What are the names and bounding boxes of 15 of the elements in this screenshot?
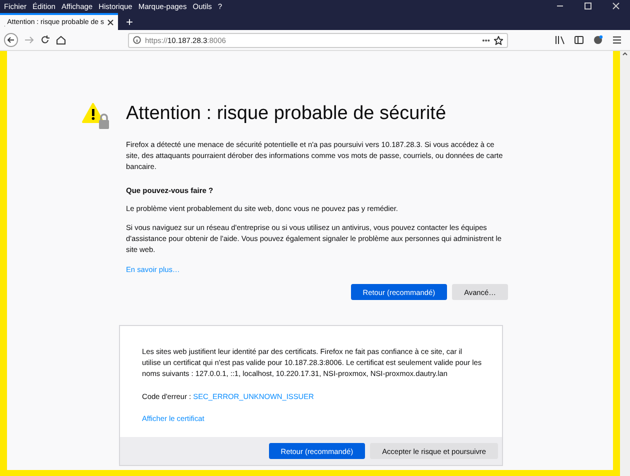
home-icon[interactable] <box>56 35 66 45</box>
page-title: Attention : risque probable de sécurité <box>126 103 448 125</box>
menu-icon[interactable] <box>612 35 622 45</box>
reload-icon[interactable] <box>40 35 50 45</box>
info-icon <box>133 36 141 44</box>
sidebar-icon[interactable] <box>574 35 584 45</box>
warning-lock-icon <box>82 103 112 131</box>
scroll-up-icon[interactable] <box>622 51 628 57</box>
account-icon[interactable] <box>593 35 603 45</box>
close-icon[interactable] <box>107 19 114 26</box>
new-tab-button[interactable]: + <box>118 13 142 30</box>
star-icon[interactable] <box>494 36 503 44</box>
maximize-icon[interactable] <box>584 2 592 10</box>
library-icon[interactable] <box>555 35 565 45</box>
back-icon[interactable] <box>4 33 18 47</box>
